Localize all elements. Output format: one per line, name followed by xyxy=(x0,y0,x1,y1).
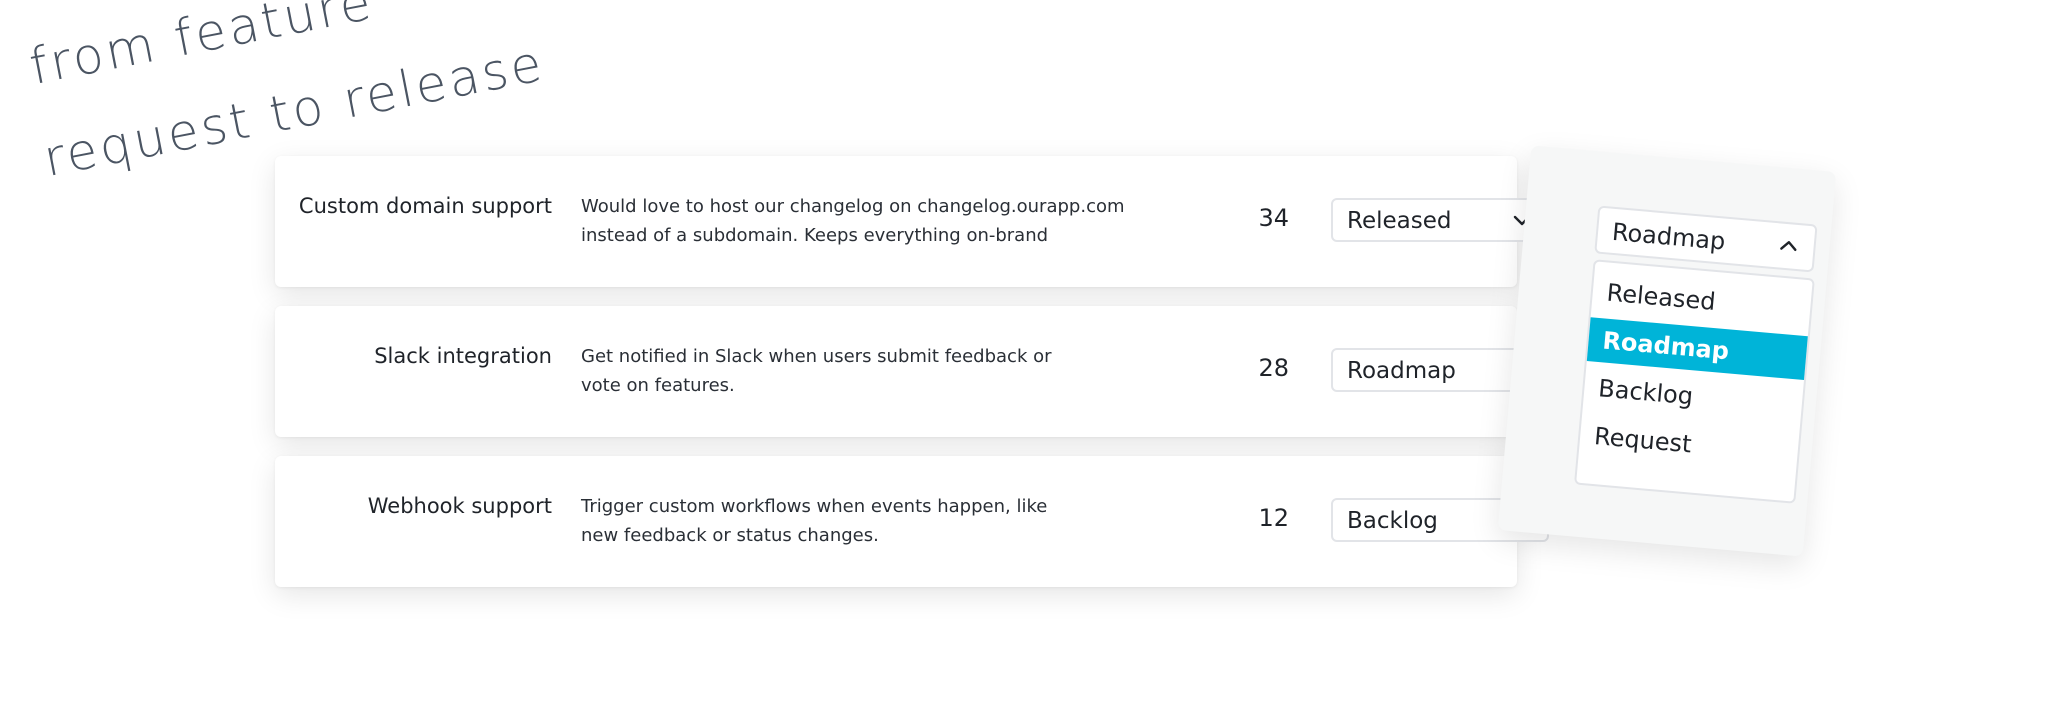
feature-description: Would love to host our changelog on chan… xyxy=(581,196,1125,246)
dropdown-selected-value: Roadmap xyxy=(1610,217,1727,256)
feature-description: Trigger custom workflows when events hap… xyxy=(581,496,1048,546)
vote-count: 34 xyxy=(1258,204,1289,232)
feature-status-illustration: from feature request to release Custom d… xyxy=(0,0,2048,712)
feature-title: Custom domain support xyxy=(298,194,552,218)
vote-count: 28 xyxy=(1258,354,1289,382)
feature-title: Webhook support xyxy=(367,494,552,518)
feature-description: Get notified in Slack when users submit … xyxy=(581,346,1052,396)
chevron-up-icon xyxy=(1780,241,1797,251)
status-value: Backlog xyxy=(1347,508,1438,534)
feature-request-card: Webhook support Trigger custom workflows… xyxy=(275,456,1549,587)
feature-request-card: Custom domain support Would love to host… xyxy=(275,156,1549,287)
feature-title: Slack integration xyxy=(374,344,552,368)
status-dropdown-panel: Roadmap Released Roadmap Backlog Request xyxy=(1497,145,1837,557)
status-value: Roadmap xyxy=(1347,358,1456,384)
status-select[interactable]: Released xyxy=(1331,198,1549,242)
status-value: Released xyxy=(1347,208,1452,234)
vote-count: 12 xyxy=(1258,504,1289,532)
dropdown-menu: Released Roadmap Backlog Request xyxy=(1574,259,1815,504)
feature-request-card: Slack integration Get notified in Slack … xyxy=(275,306,1549,437)
